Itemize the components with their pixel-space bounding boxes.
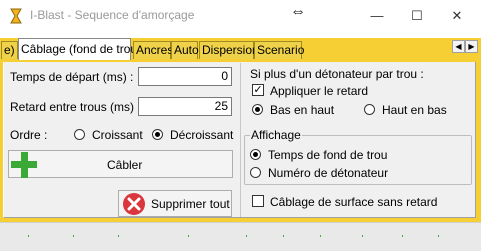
tab-ancres[interactable]: Ancres <box>133 41 173 59</box>
title-bar[interactable]: I-Blast - Sequence d'amorçage ⇔ — ☐ ✕ <box>0 0 481 31</box>
maximize-button[interactable]: ☐ <box>397 0 437 31</box>
bas-en-haut-label[interactable]: Bas en haut <box>270 103 334 117</box>
appliquer-retard-label[interactable]: Appliquer le retard <box>270 84 368 98</box>
depart-input[interactable]: 0 <box>138 67 232 86</box>
tab-hidden-previous[interactable]: e) <box>1 41 18 59</box>
status-tick <box>320 235 321 237</box>
supprimer-tout-button[interactable]: Supprimer tout <box>118 190 232 217</box>
panel-divider <box>240 63 241 217</box>
decroissant-label[interactable]: Décroissant <box>170 128 233 142</box>
plus-icon <box>11 152 37 181</box>
status-tick <box>362 235 363 237</box>
app-hourglass-icon <box>8 8 24 24</box>
minimize-button[interactable]: — <box>357 0 397 31</box>
croissant-radio[interactable] <box>74 129 85 140</box>
appliquer-retard-checkbox[interactable]: ✓ <box>252 84 264 96</box>
resize-cursor-icon: ⇔ <box>290 3 306 20</box>
haut-en-bas-label[interactable]: Haut en bas <box>382 103 447 117</box>
status-tick <box>283 235 284 237</box>
croissant-label[interactable]: Croissant <box>92 128 143 142</box>
cabler-button[interactable]: Câbler <box>8 150 233 178</box>
temps-fond-trou-radio[interactable] <box>250 149 261 160</box>
haut-en-bas-radio[interactable] <box>364 104 375 115</box>
bas-en-haut-radio[interactable] <box>252 104 263 115</box>
delete-icon <box>122 192 146 219</box>
close-button[interactable]: ✕ <box>437 0 477 31</box>
tab-scenario[interactable]: Scenario <box>254 41 304 59</box>
cabler-label: Câbler <box>107 158 143 172</box>
affichage-title: Affichage <box>250 128 302 142</box>
decroissant-radio[interactable] <box>152 129 163 140</box>
status-tick <box>118 235 119 237</box>
temps-fond-trou-label[interactable]: Temps de fond de trou <box>268 148 387 162</box>
status-tick <box>73 235 74 237</box>
ordre-label: Ordre : <box>10 128 48 142</box>
tab-auto[interactable]: Auto <box>171 41 199 59</box>
tab-scroll-right-button[interactable]: ▶ <box>465 40 478 53</box>
status-tick <box>28 235 29 237</box>
tab-scroll-left-button[interactable]: ◀ <box>452 40 465 53</box>
retard-label: Retard entre trous (ms) : <box>10 100 141 114</box>
surface-sans-retard-label[interactable]: Câblage de surface sans retard <box>270 195 437 209</box>
status-tick <box>438 235 439 237</box>
retard-input[interactable]: 25 <box>138 97 232 116</box>
status-tick <box>246 235 247 237</box>
tab-dispersion[interactable]: Dispersion <box>199 41 259 59</box>
numero-detonateur-label[interactable]: Numéro de détonateur <box>268 166 388 180</box>
multi-detonateur-label: Si plus d'un détonateur par trou : <box>250 67 424 81</box>
window-title: I-Blast - Sequence d'amorçage <box>30 8 195 22</box>
status-bar <box>0 222 481 251</box>
surface-sans-retard-checkbox[interactable] <box>252 195 264 207</box>
status-tick <box>188 235 189 237</box>
status-tick <box>402 235 403 237</box>
supprimer-label: Supprimer tout <box>151 197 230 211</box>
numero-detonateur-radio[interactable] <box>250 167 261 178</box>
tab-strip: e) Câblage (fond de trou) Ancres Auto Di… <box>0 38 481 60</box>
depart-label: Temps de départ (ms) : <box>10 70 134 84</box>
tab-cablage[interactable]: Câblage (fond de trou) <box>18 38 141 60</box>
